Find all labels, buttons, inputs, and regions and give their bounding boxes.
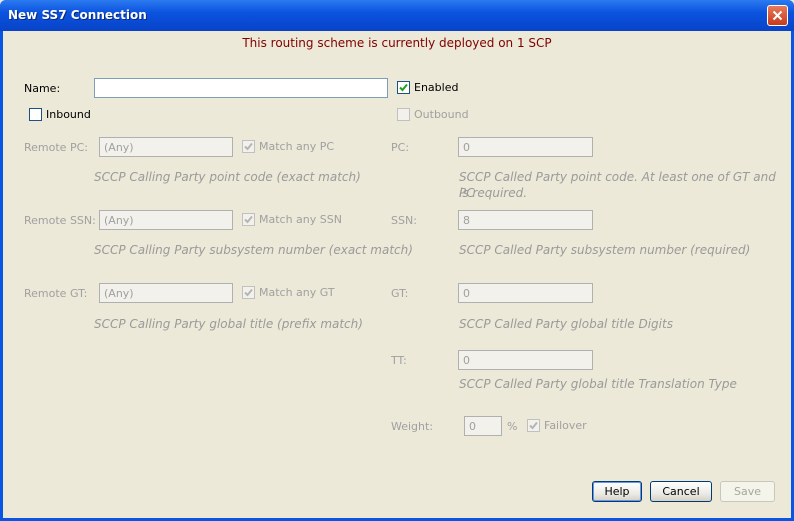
close-icon [772,10,783,21]
checkmark-icon [399,83,408,92]
name-label: Name: [24,82,61,95]
checkmark-icon [244,288,253,297]
checkmark-icon [529,421,538,430]
match-any-pc-label: Match any PC [259,140,335,153]
failover-row[interactable]: Failover [527,419,587,432]
deployment-banner: This routing scheme is currently deploye… [242,36,552,50]
gt-help: SCCP Called Party global title Digits [459,317,673,331]
match-any-ssn-checkbox[interactable] [242,213,255,226]
remote-pc-label: Remote PC: [24,141,88,154]
inbound-checkbox-row[interactable]: Inbound [29,108,91,121]
cancel-button[interactable]: Cancel [650,481,712,502]
match-any-gt-checkbox[interactable] [242,286,255,299]
pc-label: PC: [391,141,410,154]
weight-unit: % [507,420,518,433]
outbound-checkbox-row[interactable]: Outbound [397,108,469,121]
enabled-label: Enabled [414,81,459,94]
window-title: New SS7 Connection [8,8,147,22]
remote-gt-input[interactable] [99,283,233,303]
gt-input[interactable] [458,283,593,303]
outbound-checkbox[interactable] [397,108,410,121]
remote-gt-help: SCCP Calling Party global title (prefix … [94,317,363,331]
inbound-label: Inbound [46,108,91,121]
pc-help-line2: is required. [459,186,528,200]
match-any-ssn-label: Match any SSN [259,213,342,226]
ssn-input[interactable] [458,210,593,230]
remote-gt-label: Remote GT: [24,287,88,300]
enabled-checkbox-row[interactable]: Enabled [397,81,458,94]
remote-ssn-help: SCCP Calling Party subsystem number (exa… [94,243,413,257]
weight-label: Weight: [391,420,434,433]
inbound-checkbox[interactable] [29,108,42,121]
checkmark-icon [244,142,253,151]
name-input[interactable] [94,78,388,98]
match-any-ssn-row[interactable]: Match any SSN [242,213,342,226]
failover-label: Failover [544,419,587,432]
failover-checkbox[interactable] [527,419,540,432]
ssn-label: SSN: [391,214,417,227]
pc-input[interactable] [458,137,593,157]
remote-ssn-input[interactable] [99,210,233,230]
tt-label: TT: [391,354,407,367]
help-button[interactable]: Help [592,481,642,502]
match-any-pc-checkbox[interactable] [242,140,255,153]
remote-ssn-label: Remote SSN: [24,214,96,227]
remote-pc-input[interactable] [99,137,233,157]
match-any-pc-row[interactable]: Match any PC [242,140,334,153]
tt-input[interactable] [458,350,593,370]
gt-label: GT: [391,287,409,300]
title-bar[interactable]: New SS7 Connection [0,0,794,31]
dialog-window: New SS7 Connection This routing scheme i… [0,0,794,521]
remote-pc-help: SCCP Calling Party point code (exact mat… [94,170,361,184]
weight-input[interactable] [464,416,502,436]
outbound-label: Outbound [414,108,469,121]
match-any-gt-label: Match any GT [259,286,335,299]
dialog-content: This routing scheme is currently deploye… [3,31,791,518]
checkmark-icon [244,215,253,224]
ssn-help: SCCP Called Party subsystem number (requ… [459,243,751,257]
match-any-gt-row[interactable]: Match any GT [242,286,335,299]
save-button[interactable]: Save [720,481,775,502]
tt-help: SCCP Called Party global title Translati… [459,377,737,391]
close-button[interactable] [767,5,788,26]
enabled-checkbox[interactable] [397,81,410,94]
